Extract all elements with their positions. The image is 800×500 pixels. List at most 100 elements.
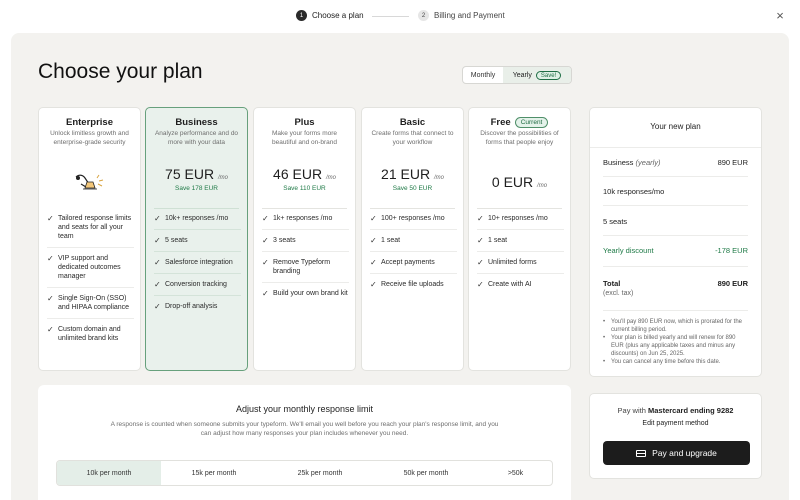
feature-item: ✓ Single Sign-On (SSO) and HIPAA complian… <box>47 294 134 319</box>
step-number: 1 <box>296 10 307 21</box>
check-icon: ✓ <box>154 280 161 289</box>
summary-plan-row: Business (yearly) 890 EUR <box>603 158 748 167</box>
plan-savings: Save 110 EUR <box>283 185 326 192</box>
check-icon: ✓ <box>370 258 377 267</box>
response-limit-description: A response is counted when someone submi… <box>110 421 499 437</box>
limit-option-more[interactable]: >50k <box>479 461 552 485</box>
plan-savings: Save 178 EUR <box>175 185 218 192</box>
plan-card-plus[interactable]: Plus Make your forms more beautiful and … <box>253 107 356 371</box>
check-icon: ✓ <box>154 236 161 245</box>
check-icon: ✓ <box>262 236 269 245</box>
pay-and-upgrade-button[interactable]: Pay and upgrade <box>603 441 750 465</box>
divider <box>262 208 347 209</box>
feature-item: ✓ 10k+ responses /mo <box>154 214 241 230</box>
check-icon: ✓ <box>47 254 54 263</box>
plan-card-enterprise[interactable]: Enterprise Unlock limitless growth and e… <box>38 107 141 371</box>
plan-features: ✓ 10+ responses /mo ✓ 1 seat ✓ Unlimited fo… <box>477 214 564 301</box>
feature-item: ✓ Tailored response limits and seats for … <box>47 214 134 248</box>
edit-payment-link[interactable]: Edit payment method <box>590 420 761 427</box>
plan-name: Business <box>175 117 218 128</box>
feature-item: ✓ Receive file uploads <box>370 280 444 289</box>
check-icon: ✓ <box>47 214 54 223</box>
check-icon: ✓ <box>262 214 269 223</box>
feature-item: ✓ Salesforce integration <box>154 258 241 274</box>
billing-monthly-option[interactable]: Monthly <box>463 67 503 83</box>
response-limit-selector: 10k per month 15k per month 25k per mont… <box>56 460 553 486</box>
summary-title: Your new plan <box>650 122 701 131</box>
limit-option-25k[interactable]: 25k per month <box>267 461 373 485</box>
page-title: Choose your plan <box>38 60 203 83</box>
response-limit-title: Adjust your monthly response limit <box>235 404 374 414</box>
step-choose-plan: 1 Choose a plan <box>296 10 364 21</box>
plan-features: ✓ 100+ responses /mo ✓ 1 seat ✓ Accept paym… <box>370 214 457 301</box>
step-label: Choose a plan <box>312 11 364 20</box>
feature-item: ✓ 1 seat <box>370 236 457 252</box>
check-icon: ✓ <box>47 325 54 334</box>
plan-price: 46 EUR /mo <box>273 166 336 182</box>
feature-item: ✓ Create with AI <box>477 280 532 289</box>
feature-item: ✓ Remove Typeform branding <box>262 258 349 283</box>
note-item: You can cancel any time before this date… <box>603 358 748 366</box>
plan-price: 75 EUR /mo <box>165 166 228 182</box>
check-icon: ✓ <box>154 302 161 311</box>
divider <box>603 176 748 177</box>
divider <box>603 266 748 267</box>
summary-total-row: Total (excl. tax) 890 EUR <box>603 279 748 297</box>
summary-discount-row: Yearly discount -178 EUR <box>603 246 748 255</box>
divider <box>477 208 562 209</box>
summary-seats-row: 5 seats <box>603 217 628 226</box>
divider <box>370 208 455 209</box>
limit-option-15k[interactable]: 15k per month <box>161 461 267 485</box>
feature-item: ✓ 1 seat <box>477 236 564 252</box>
plan-name-row: Free Current <box>469 117 570 128</box>
feature-item: ✓ Unlimited forms <box>477 258 564 274</box>
payment-box: Pay with Mastercard ending 9282 Edit pay… <box>589 393 762 479</box>
response-limit-section: Adjust your monthly response limit A res… <box>38 385 571 500</box>
plan-card-business[interactable]: Business Analyze performance and do more… <box>145 107 248 371</box>
plan-name: Enterprise <box>66 117 113 128</box>
plan-price: 0 EUR /mo <box>491 174 548 190</box>
checkout-stepper: 1 Choose a plan 2 Billing and Payment × <box>0 0 800 33</box>
plan-description: Discover the possibilities of forms that… <box>480 130 559 146</box>
feature-item: ✓ Custom domain and unlimited brand kits <box>47 325 121 342</box>
feature-item: ✓ 3 seats <box>262 236 349 252</box>
close-icon[interactable]: × <box>773 9 787 23</box>
note-item: You'll pay 890 EUR now, which is prorate… <box>603 318 748 334</box>
step-label: Billing and Payment <box>434 11 505 20</box>
divider <box>603 235 748 236</box>
billing-yearly-option[interactable]: Yearly Save! <box>503 67 571 83</box>
plan-name: Free <box>490 117 511 128</box>
divider <box>154 208 239 209</box>
feature-item: ✓ Conversion tracking <box>154 280 241 296</box>
current-plan-badge: Current <box>514 117 549 128</box>
billing-notes: You'll pay 890 EUR now, which is prorate… <box>589 318 762 366</box>
billing-yearly-label: Yearly <box>512 71 532 79</box>
plan-card-free[interactable]: Free Current Discover the possibilities … <box>468 107 571 371</box>
save-badge: Save! <box>535 70 562 80</box>
check-icon: ✓ <box>47 294 54 303</box>
check-icon: ✓ <box>477 280 484 289</box>
feature-item: ✓ 100+ responses /mo <box>370 214 457 230</box>
limit-option-50k[interactable]: 50k per month <box>373 461 479 485</box>
plan-features: ✓ 1k+ responses /mo ✓ 3 seats ✓ Remove Type… <box>262 214 349 310</box>
plan-description: Unlock limitless growth and enterprise-g… <box>50 130 129 146</box>
feature-item: ✓ 1k+ responses /mo <box>262 214 349 230</box>
note-item: Your plan is billed yearly and will rene… <box>603 334 748 358</box>
check-icon: ✓ <box>154 258 161 267</box>
plan-features: ✓ Tailored response limits and seats for … <box>47 214 134 355</box>
divider <box>603 310 748 311</box>
divider <box>590 147 761 148</box>
check-icon: ✓ <box>262 289 269 298</box>
check-icon: ✓ <box>477 236 484 245</box>
summary-responses-row: 10k responses/mo <box>603 187 665 196</box>
check-icon: ✓ <box>370 280 377 289</box>
plan-name: Basic <box>399 117 426 128</box>
feature-item: ✓ 5 seats <box>154 236 241 252</box>
plan-name: Plus <box>294 117 315 128</box>
check-icon: ✓ <box>370 214 377 223</box>
plan-price: 21 EUR /mo <box>381 166 444 182</box>
limit-option-10k[interactable]: 10k per month <box>57 461 161 485</box>
plan-card-basic[interactable]: Basic Create forms that connect to your … <box>361 107 464 371</box>
plan-description: Create forms that connect to your workfl… <box>371 130 454 146</box>
check-icon: ✓ <box>477 214 484 223</box>
